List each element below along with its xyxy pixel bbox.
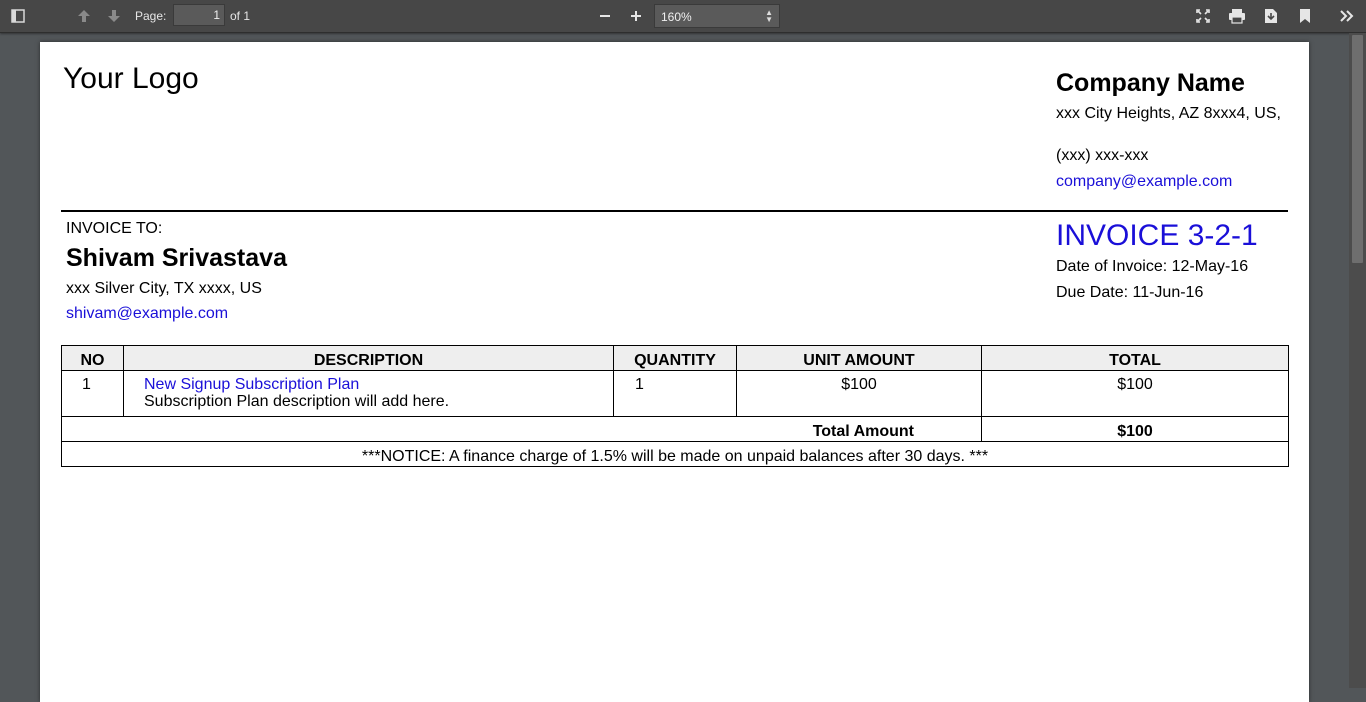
company-address: xxx City Heights, AZ 8xxx4, US, xyxy=(1056,105,1281,122)
logo-placeholder: Your Logo xyxy=(63,62,199,95)
column-header-no: NO xyxy=(61,345,124,371)
zoom-in-icon[interactable] xyxy=(624,4,648,28)
presentation-mode-icon[interactable] xyxy=(1191,4,1215,28)
item-no: 1 xyxy=(61,370,124,417)
client-name: Shivam Srivastava xyxy=(66,244,287,272)
sidebar-toggle-icon[interactable] xyxy=(6,4,30,28)
invoice-date: Date of Invoice: 12-May-16 xyxy=(1056,258,1249,275)
column-header-unit-amount: UNIT AMOUNT xyxy=(736,345,982,371)
client-address: xxx Silver City, TX xxxx, US xyxy=(66,280,262,297)
item-description-cell: New Signup Subscription Plan Subscriptio… xyxy=(123,370,614,417)
previous-page-icon[interactable] xyxy=(72,4,96,28)
client-email-link[interactable]: shivam@example.com xyxy=(66,305,228,323)
total-row: Total Amount $100 xyxy=(61,416,1289,442)
item-unit-amount: $100 xyxy=(736,370,982,417)
page-number-input[interactable] xyxy=(173,4,225,26)
finance-notice: ***NOTICE: A finance charge of 1.5% will… xyxy=(61,441,1289,467)
vertical-scrollbar[interactable] xyxy=(1349,33,1366,688)
tools-chevron-icon[interactable] xyxy=(1334,4,1358,28)
zoom-value: 160% xyxy=(661,10,692,24)
scrollbar-thumb[interactable] xyxy=(1352,35,1363,263)
page-label: Page: xyxy=(135,9,167,23)
item-quantity: 1 xyxy=(613,370,737,417)
item-description: Subscription Plan description will add h… xyxy=(144,393,450,410)
notice-row: ***NOTICE: A finance charge of 1.5% will… xyxy=(61,441,1289,467)
invoice-to-label: INVOICE TO: xyxy=(66,220,163,237)
zoom-select[interactable]: 160% ▲ ▼ xyxy=(654,4,780,28)
company-phone: (xxx) xxx-xxx xyxy=(1056,147,1149,164)
invoice-items-table: NO DESCRIPTION QUANTITY UNIT AMOUNT TOTA… xyxy=(61,345,1289,467)
total-amount-value: $100 xyxy=(981,416,1289,442)
invoice-due-date: Due Date: 11-Jun-16 xyxy=(1056,284,1204,301)
invoice-number: INVOICE 3-2-1 xyxy=(1056,219,1258,252)
next-page-icon[interactable] xyxy=(102,4,126,28)
company-email-link[interactable]: company@example.com xyxy=(1056,173,1232,190)
zoom-out-icon[interactable] xyxy=(593,4,617,28)
bookmark-icon[interactable] xyxy=(1293,4,1317,28)
table-header-row: NO DESCRIPTION QUANTITY UNIT AMOUNT TOTA… xyxy=(61,345,1289,371)
page-count: of 1 xyxy=(230,9,251,23)
pdf-page: Your Logo Company Name xxx City Heights,… xyxy=(40,42,1309,702)
company-name: Company Name xyxy=(1056,69,1245,97)
item-total: $100 xyxy=(981,370,1289,417)
column-header-total: TOTAL xyxy=(981,345,1289,371)
print-icon[interactable] xyxy=(1225,4,1249,28)
total-amount-label: Total Amount xyxy=(61,416,982,442)
pdf-toolbar: Page: of 1 160% ▲▼ xyxy=(0,0,1366,33)
column-header-description: DESCRIPTION xyxy=(123,345,614,371)
select-arrows-icon: ▲ ▼ xyxy=(765,8,773,24)
column-header-quantity: QUANTITY xyxy=(613,345,737,371)
header-divider xyxy=(61,210,1288,212)
table-row: 1 New Signup Subscription Plan Subscript… xyxy=(61,370,1289,417)
download-icon[interactable] xyxy=(1259,4,1283,28)
item-title-link[interactable]: New Signup Subscription Plan xyxy=(144,376,613,393)
